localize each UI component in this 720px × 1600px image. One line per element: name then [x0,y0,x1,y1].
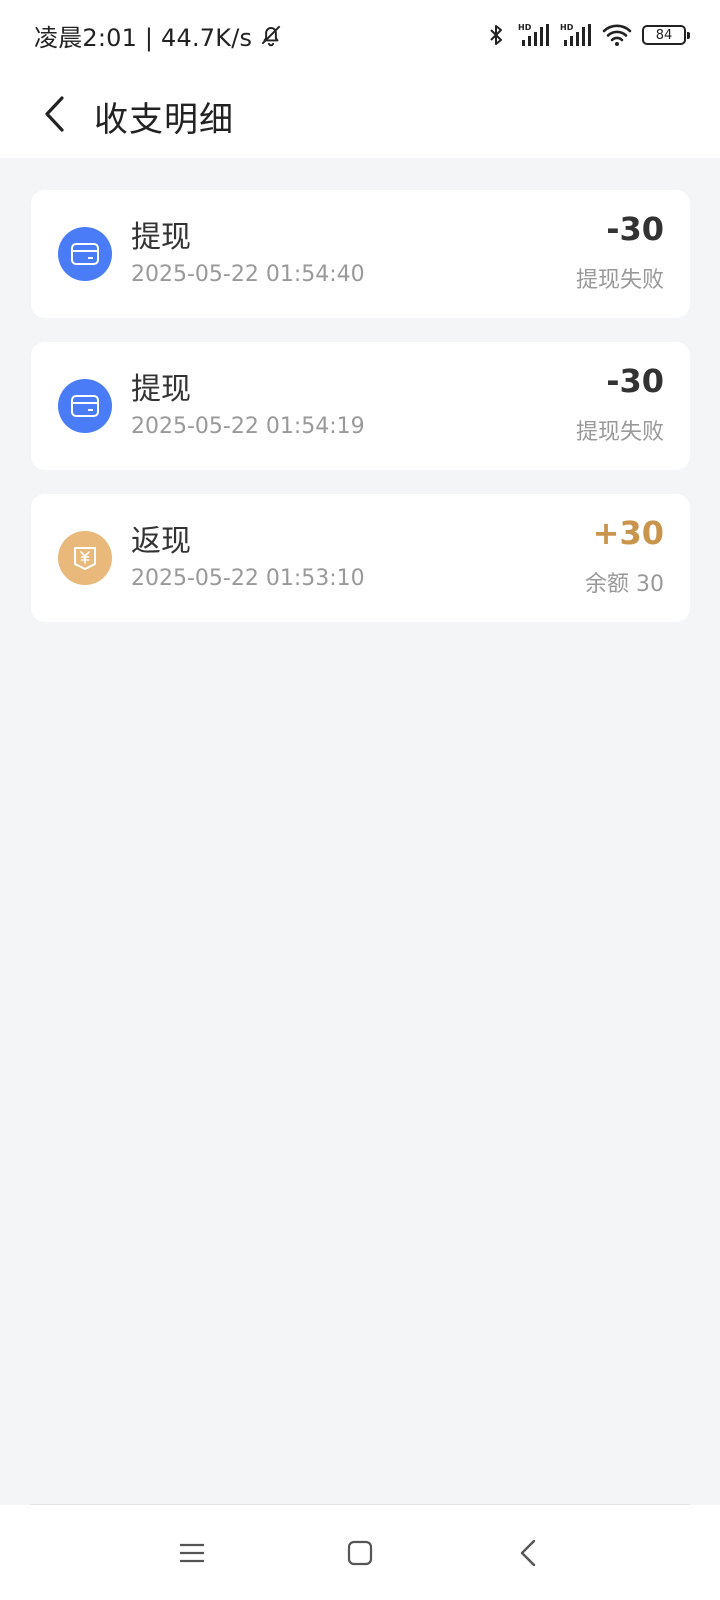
transaction-amount: +30 [592,514,664,552]
transaction-note: 提现失败 [575,420,664,445]
header: 收支明细 [0,70,720,158]
card-icon [58,227,112,281]
transaction-card[interactable]: 提现 2025-05-22 01:54:40 -30 提现失败 [31,190,690,318]
yuan-coupon-icon [58,531,112,585]
svg-text:HD: HD [518,23,532,32]
signal-hd-icon: HD [518,23,549,46]
back-button[interactable] [26,86,82,142]
bell-off-icon [261,25,281,47]
status-right: HD HD 84 [484,22,690,48]
transaction-amount: -30 [606,362,664,400]
transaction-title: 提现 [131,372,191,407]
menu-icon [180,1543,204,1563]
bluetooth-icon [490,25,502,45]
status-left: 凌晨2:01 | 44.7K/s [34,18,284,53]
svg-text:HD: HD [560,23,574,32]
wifi-icon [602,24,632,46]
signal-hd-icon: HD [560,23,591,46]
transaction-amount: -30 [606,210,664,248]
back-nav-button[interactable] [506,1531,550,1575]
transaction-time: 2025-05-22 01:53:10 [131,566,365,591]
transaction-card[interactable]: 提现 2025-05-22 01:54:19 -30 提现失败 [31,342,690,470]
page-title: 收支明细 [94,100,234,140]
menu-button[interactable] [170,1531,214,1575]
back-triangle-icon [520,1539,536,1567]
system-nav-bar [0,1505,720,1600]
transaction-card[interactable]: 返现 2025-05-22 01:53:10 +30 余额 30 [31,494,690,622]
transaction-title: 返现 [131,524,191,559]
status-bar: 凌晨2:01 | 44.7K/s HD HD 84 [0,0,720,70]
home-square-icon [347,1540,373,1566]
transaction-note: 余额 30 [585,572,664,597]
card-icon [58,379,112,433]
chevron-left-icon [45,96,64,132]
transaction-note: 提现失败 [575,268,664,293]
home-button[interactable] [338,1531,382,1575]
battery-icon: 84 [642,25,690,45]
transaction-time: 2025-05-22 01:54:40 [131,262,365,287]
transaction-time: 2025-05-22 01:54:19 [131,414,365,439]
battery-level: 84 [655,27,673,43]
transaction-title: 提现 [131,220,191,255]
transaction-list: 提现 2025-05-22 01:54:40 -30 提现失败 提现 2025-… [31,190,690,646]
status-time-speed: 凌晨2:01 | 44.7K/s [34,23,253,52]
